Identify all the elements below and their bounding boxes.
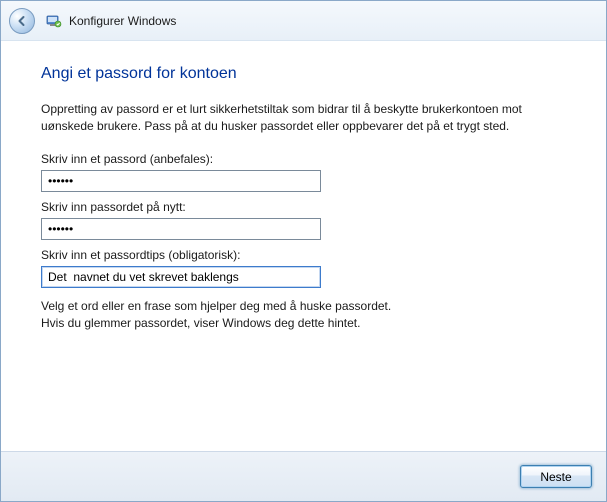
content-area: Angi et passord for kontoen Oppretting a…: [1, 41, 606, 451]
next-button[interactable]: Neste: [520, 465, 592, 488]
app-icon: [45, 12, 63, 30]
hint-help-line2: Hvis du glemmer passordet, viser Windows…: [41, 315, 566, 332]
footer-bar: Neste: [1, 451, 606, 501]
back-button[interactable]: [9, 8, 35, 34]
hint-help-line1: Velg et ord eller en frase som hjelper d…: [41, 298, 566, 315]
back-arrow-icon: [15, 14, 29, 28]
title-bar: Konfigurer Windows: [1, 1, 606, 41]
instruction-text: Oppretting av passord er et lurt sikkerh…: [41, 101, 566, 136]
password-label: Skriv inn et passord (anbefales):: [41, 152, 566, 166]
window-title: Konfigurer Windows: [69, 14, 176, 28]
next-button-label: Neste: [540, 470, 571, 484]
setup-window: Konfigurer Windows Angi et passord for k…: [0, 0, 607, 502]
password-hint-input[interactable]: [41, 266, 321, 288]
password-hint-label: Skriv inn et passordtips (obligatorisk):: [41, 248, 566, 262]
password-confirm-input[interactable]: [41, 218, 321, 240]
password-confirm-label: Skriv inn passordet på nytt:: [41, 200, 566, 214]
hint-help: Velg et ord eller en frase som hjelper d…: [41, 298, 566, 333]
page-title: Angi et passord for kontoen: [41, 65, 566, 83]
password-input[interactable]: [41, 170, 321, 192]
